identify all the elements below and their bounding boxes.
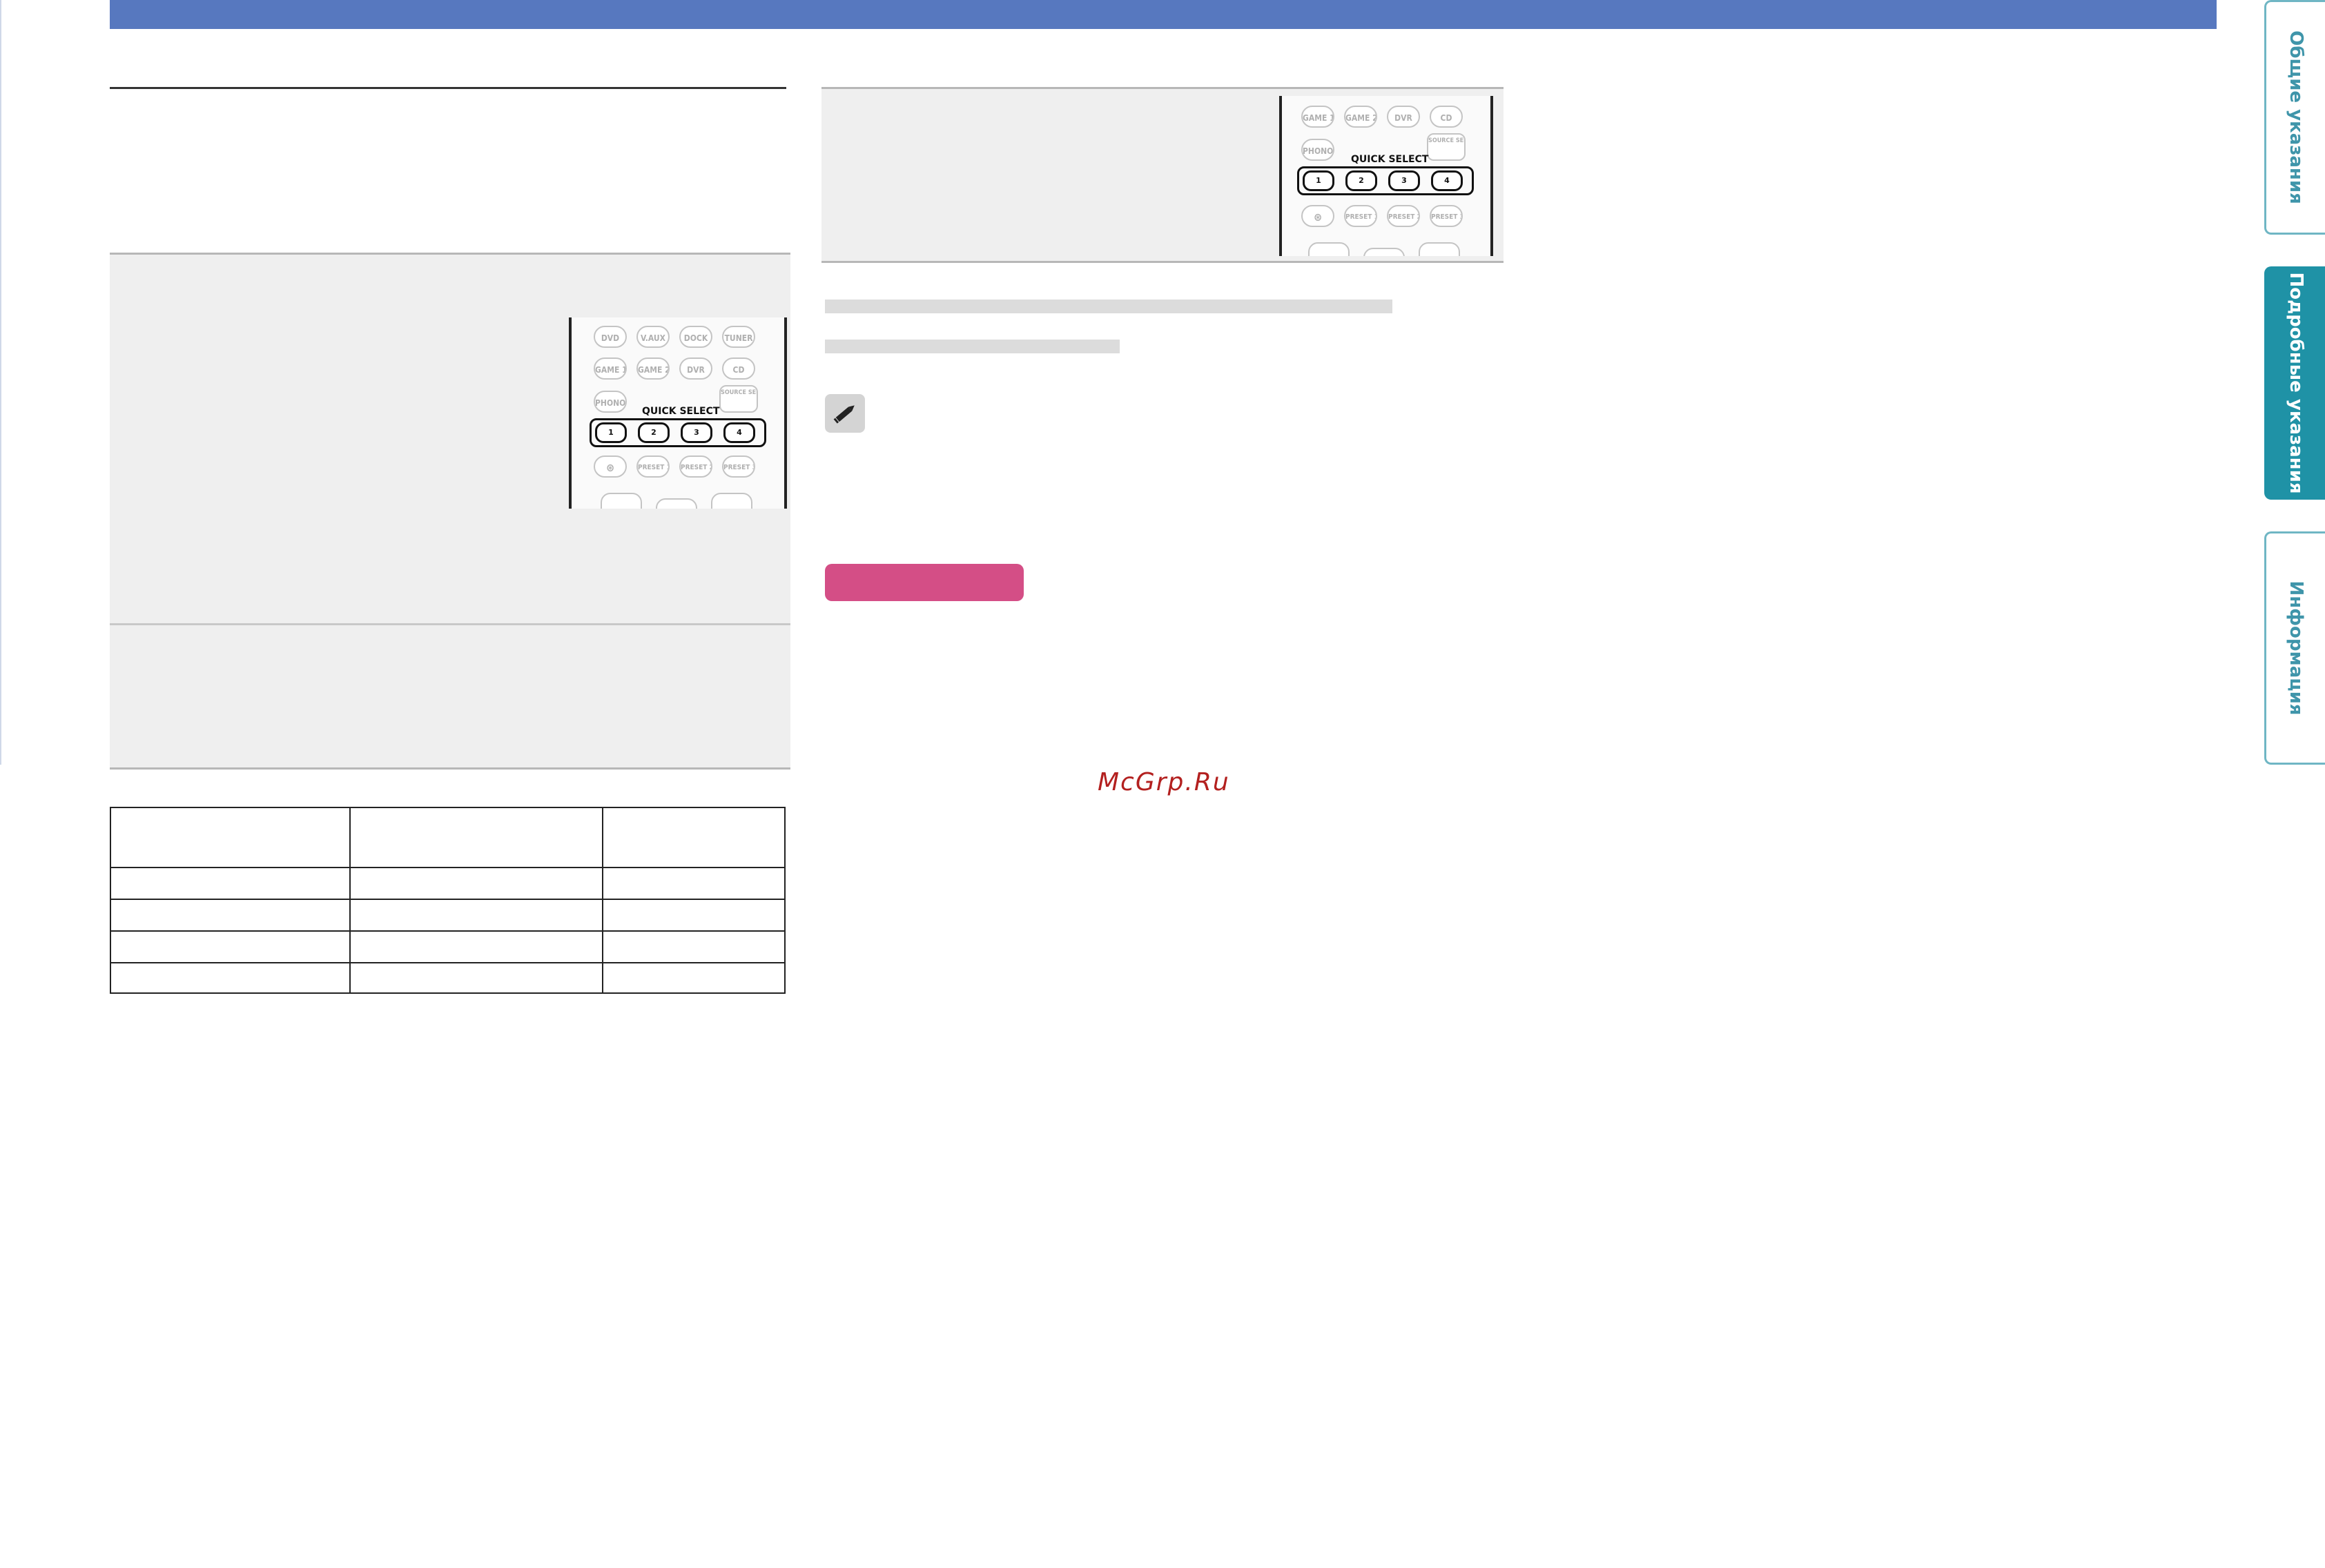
preset1-button: PRESET 1	[636, 455, 670, 478]
quick-select-1-button: 1	[1303, 170, 1334, 191]
table-cell	[349, 807, 603, 868]
remote-bottom-button	[1363, 248, 1405, 256]
remote-edge-left	[569, 317, 572, 509]
quick-select-label: QUICK SELECT	[1351, 154, 1429, 165]
step-panel-3: GAME 1 GAME 2 DVR CD PHONO SOURCE SELECT…	[821, 87, 1504, 263]
game2-button: GAME 2	[636, 357, 670, 380]
remote-illustration-left: DVD V.AUX DOCK TUNER GAME 1 GAME 2 DVR C…	[569, 317, 787, 509]
quick-select-2-button: 2	[1345, 170, 1377, 191]
cd-button: CD	[722, 357, 755, 380]
tab-general-instructions[interactable]: Общие указания	[2264, 0, 2325, 235]
header-bar	[110, 0, 2217, 29]
pencil-icon	[825, 394, 865, 433]
preset3-button: PRESET 3	[1430, 205, 1463, 227]
remote-bottom-button	[601, 493, 642, 509]
table-row	[110, 962, 786, 994]
step-panel-1: DVD V.AUX DOCK TUNER GAME 1 GAME 2 DVR C…	[110, 253, 790, 625]
tab-info-label: Информация	[2285, 580, 2306, 716]
quick-select-3-button: 3	[1388, 170, 1420, 191]
quick-select-2-button: 2	[638, 422, 670, 443]
dvd-button: DVD	[594, 326, 627, 348]
quick-select-label: QUICK SELECT	[642, 406, 720, 417]
quick-select-4-button: 4	[723, 422, 755, 443]
table-row	[110, 899, 786, 932]
preset3-button: PRESET 3	[722, 455, 755, 478]
phono-button: PHONO	[594, 391, 627, 413]
table-cell	[602, 867, 786, 900]
tab-general-label: Общие указания	[2285, 30, 2306, 204]
table-cell	[110, 930, 351, 963]
quick-select-3-button: 3	[681, 422, 712, 443]
step-panel-2	[110, 623, 790, 770]
dock-button: DOCK	[679, 326, 712, 348]
table-cell	[602, 962, 786, 994]
remote-bottom-button	[711, 493, 752, 509]
vaux-button: V.AUX	[636, 326, 670, 348]
cd-button: CD	[1430, 106, 1463, 128]
table-cell	[110, 807, 351, 868]
game1-button: GAME 1	[1301, 106, 1334, 128]
table-cell	[349, 930, 603, 963]
tab-information[interactable]: Информация	[2264, 531, 2325, 765]
preset1-button: PRESET 1	[1344, 205, 1377, 227]
table-cell	[602, 930, 786, 963]
remote-bottom-button	[1308, 242, 1350, 256]
section-rule	[110, 87, 786, 89]
remote-edge-right	[1490, 96, 1493, 256]
table-cell	[602, 807, 786, 868]
spec-table	[110, 807, 786, 994]
tuner-button: TUNER	[722, 326, 755, 348]
left-edge-line	[0, 0, 1, 765]
table-cell	[349, 962, 603, 994]
text-placeholder-bar	[825, 340, 1120, 353]
table-row	[110, 867, 786, 900]
quick-select-1-button: 1	[595, 422, 627, 443]
zone-icon: ⊛	[594, 455, 627, 478]
notice-badge	[825, 564, 1024, 601]
tab-detailed-instructions[interactable]: Подробные указания	[2264, 266, 2325, 500]
game1-button: GAME 1	[594, 357, 627, 380]
remote-illustration-right: GAME 1 GAME 2 DVR CD PHONO SOURCE SELECT…	[1279, 96, 1493, 256]
table-row	[110, 930, 786, 963]
preset2-button: PRESET 2	[1387, 205, 1420, 227]
quick-select-4-button: 4	[1431, 170, 1463, 191]
phono-button: PHONO	[1301, 139, 1334, 161]
table-cell	[110, 899, 351, 932]
remote-edge-right	[784, 317, 787, 509]
table-header-row	[110, 807, 786, 868]
text-placeholder-bar	[825, 300, 1392, 313]
source-select-button: SOURCE SELECT	[1427, 133, 1466, 161]
dvr-button: DVR	[679, 357, 712, 380]
remote-bottom-button	[656, 498, 697, 509]
game2-button: GAME 2	[1344, 106, 1377, 128]
remote-edge-left	[1279, 96, 1282, 256]
table-cell	[110, 867, 351, 900]
preset2-button: PRESET 2	[679, 455, 712, 478]
table-cell	[349, 899, 603, 932]
table-cell	[110, 962, 351, 994]
zone-icon: ⊛	[1301, 205, 1334, 227]
dvr-button: DVR	[1387, 106, 1420, 128]
source-select-button: SOURCE SELECT	[719, 385, 758, 413]
table-cell	[349, 867, 603, 900]
remote-bottom-button	[1419, 242, 1460, 256]
watermark: McGrp.Ru	[1098, 768, 1230, 796]
table-cell	[602, 899, 786, 932]
tab-detailed-label: Подробные указания	[2285, 272, 2306, 494]
